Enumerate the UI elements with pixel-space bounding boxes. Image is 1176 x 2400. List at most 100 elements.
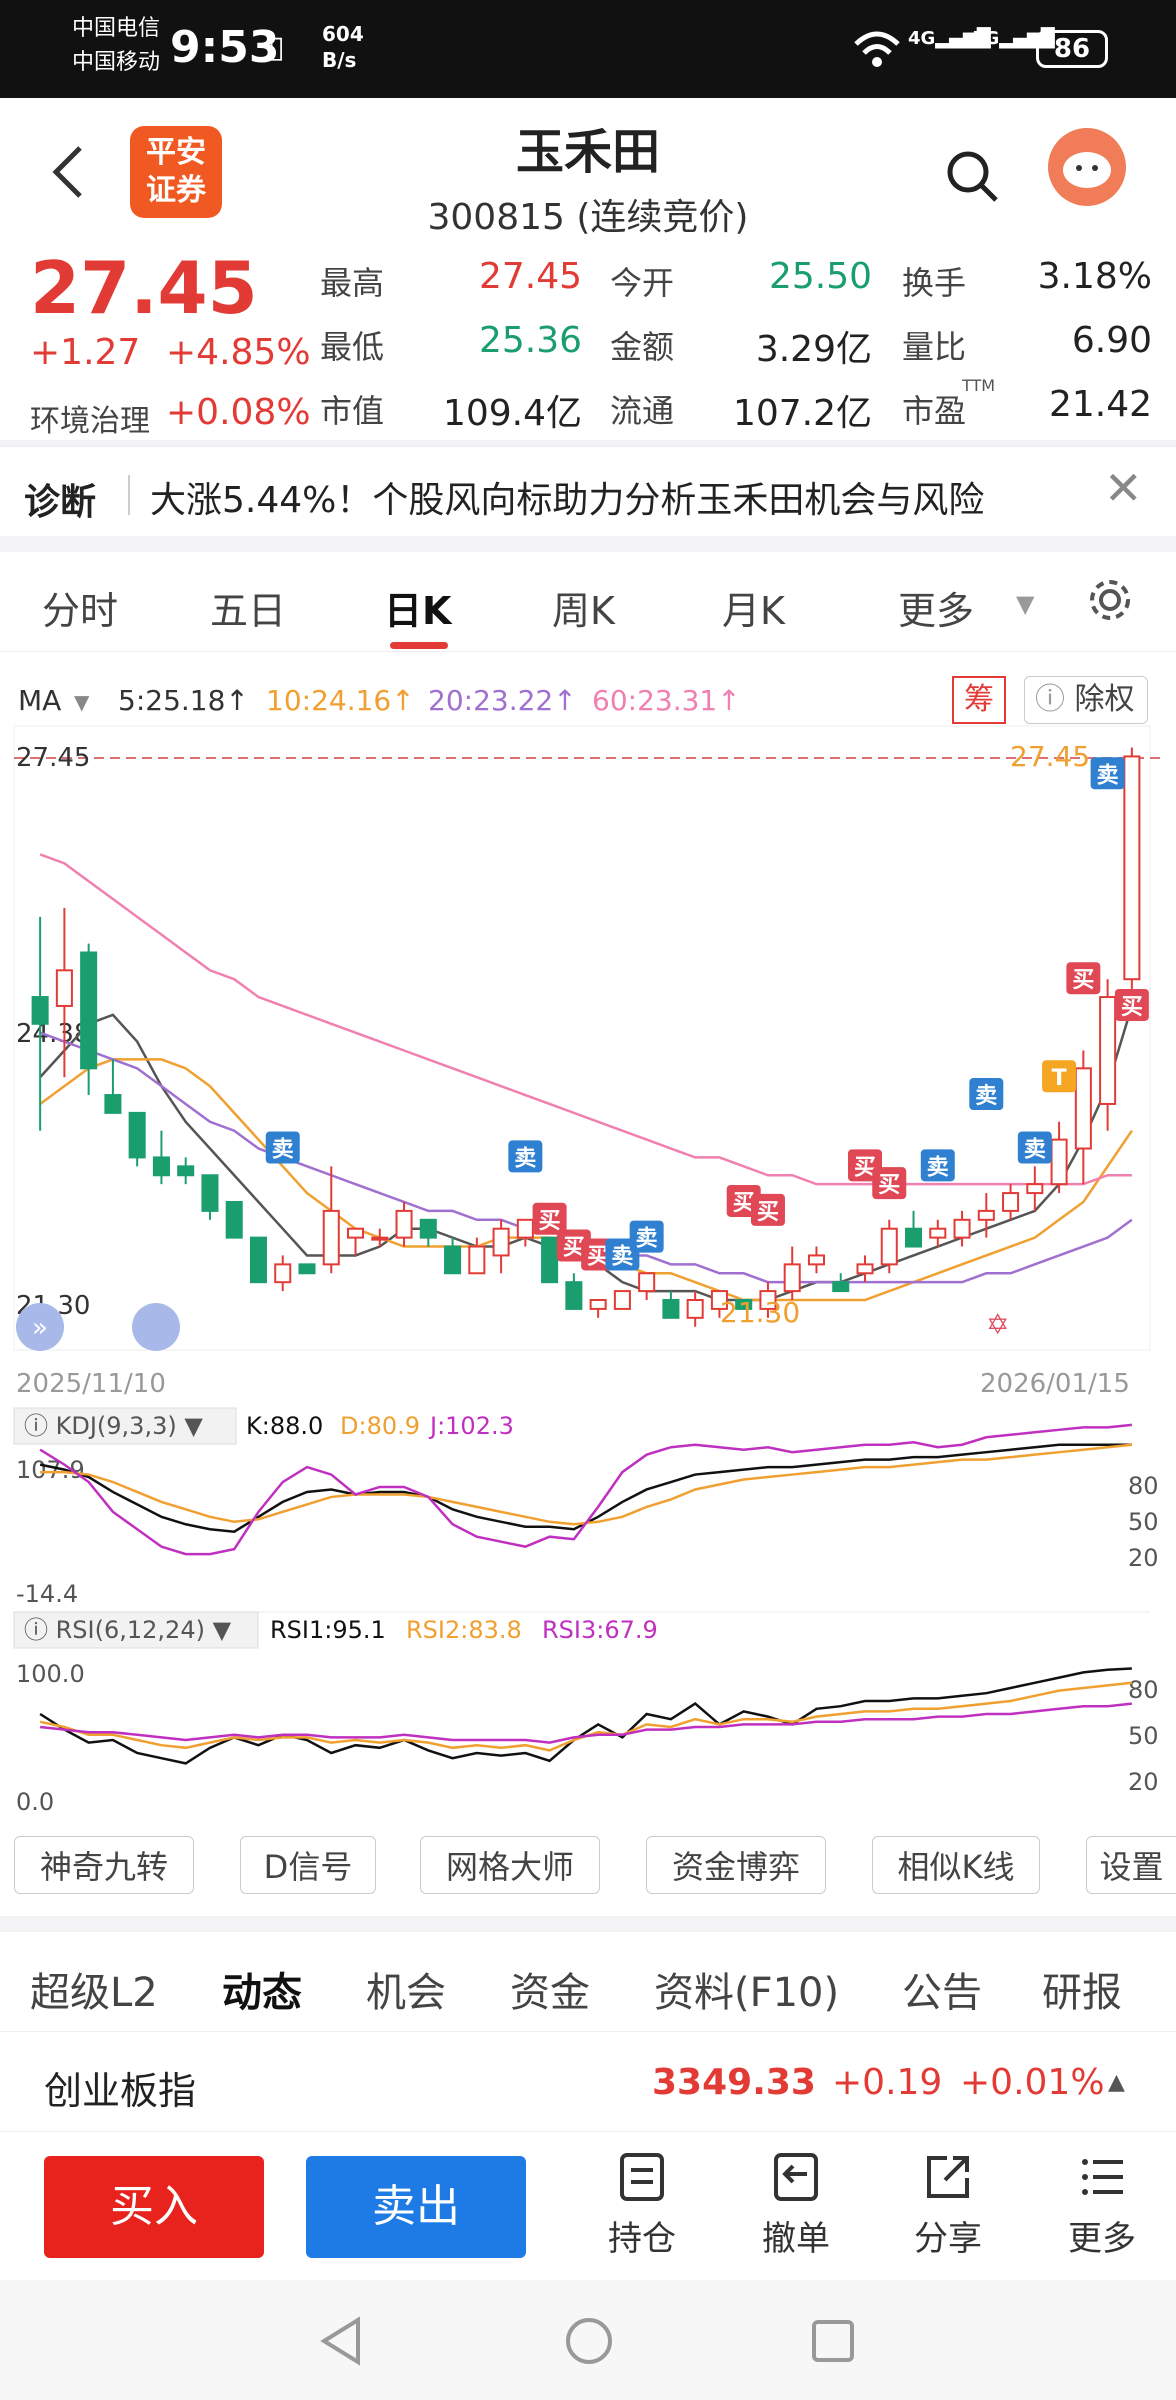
search-icon[interactable] (944, 148, 1000, 204)
signal-label: 卖 (975, 1083, 997, 1109)
tool-grid-master[interactable]: 网格大师 (420, 1836, 600, 1894)
index-ticker[interactable]: 创业板指 3349.33 +0.19 +0.01% ▲ (0, 2032, 1176, 2132)
wifi-icon (854, 31, 900, 67)
signal-label: 卖 (1097, 762, 1119, 788)
positions-label: 持仓 (608, 2219, 676, 2259)
tool-settings[interactable]: 设置 (1086, 1836, 1176, 1894)
tool-d-signal[interactable]: D信号 (240, 1836, 376, 1894)
tab-more[interactable]: 更多 (898, 580, 974, 635)
gear-icon[interactable] (1086, 576, 1134, 624)
positions-button[interactable]: 持仓 (590, 2152, 694, 2260)
signal-label: 卖 (272, 1137, 294, 1163)
tool-magic-nine[interactable]: 神奇九转 (14, 1836, 194, 1894)
avatar[interactable] (1048, 128, 1126, 206)
tab-f10[interactable]: 资料(F10) (654, 1960, 839, 2018)
tool-fund-game[interactable]: 资金博弈 (646, 1836, 826, 1894)
clock: 9:53 (170, 22, 280, 73)
candle-body (613, 1290, 631, 1310)
tab-opportunity[interactable]: 机会 (366, 1960, 446, 2018)
candle-body (347, 1227, 365, 1239)
ma-line-ma60 (39, 853, 1132, 1186)
signal-label: 卖 (927, 1154, 949, 1180)
tab-5day[interactable]: 五日 (210, 580, 286, 635)
quote-field-value: 25.50 (768, 256, 872, 297)
max-price-label: 27.45 (1010, 740, 1090, 773)
diagnosis-text[interactable]: 大涨5.44%！个股风向标助力分析玉禾田机会与风险 (150, 471, 984, 523)
tab-daily-k[interactable]: 日K (384, 580, 451, 635)
candle-body (444, 1245, 462, 1275)
chevron-up-icon[interactable]: ▲ (1108, 2070, 1125, 2095)
carrier-1: 中国电信 (72, 16, 161, 41)
quote-field-label: 市值 (320, 392, 385, 430)
candle-body (541, 1236, 559, 1284)
candle-body (516, 1218, 534, 1239)
last-price: 27.45 (30, 246, 258, 330)
quote-field-value: 21.42 (1048, 384, 1152, 425)
rsi-label: ⓘ RSI(6,12,24) ▼ (24, 1616, 232, 1644)
tab-fenshi[interactable]: 分时 (42, 580, 118, 635)
tab-weekly-k[interactable]: 周K (552, 580, 615, 635)
candle-body (395, 1209, 413, 1239)
tab-monthly-k[interactable]: 月K (722, 580, 785, 635)
period-tabs: 分时 五日 日K 周K 月K 更多 ▼ (0, 552, 1176, 652)
more-button[interactable]: 更多 (1050, 2152, 1154, 2260)
candle-body (1099, 996, 1117, 1105)
signal-label: 卖 (636, 1226, 658, 1252)
index-change-pct: +0.01% (960, 2062, 1105, 2103)
cancel-order-button[interactable]: 撤单 (744, 2152, 848, 2260)
kdj-tick: 80 (1128, 1472, 1159, 1500)
top-bar: 平安 证券 玉禾田 300815 (连续竞价) (0, 98, 1176, 240)
tab-announcement[interactable]: 公告 (902, 1960, 982, 2018)
candle-body (1026, 1183, 1044, 1195)
trading-state: (连续竞价) (576, 197, 749, 238)
diagnosis-label: 诊断 (24, 482, 97, 523)
nav-recents-icon[interactable] (810, 2318, 856, 2364)
signal-label: T (1052, 1066, 1067, 1091)
share-button[interactable]: 分享 (896, 2152, 1000, 2260)
tab-super-l2[interactable]: 超级L2 (30, 1960, 158, 2018)
sell-button[interactable]: 卖出 (306, 2156, 526, 2258)
quote-field-value: 107.2亿 (732, 393, 872, 434)
vibrate-icon: ▯ (268, 30, 285, 65)
tab-news[interactable]: 动态 (222, 1960, 302, 2018)
candle-body (225, 1200, 243, 1239)
candle-body (31, 996, 49, 1025)
carrier-2: 中国移动 (72, 50, 161, 75)
candle-body (1050, 1138, 1068, 1186)
rsi-tick: 20 (1128, 1768, 1159, 1796)
y-tick-high: 27.45 (16, 743, 90, 773)
quote-field-label: 量比 (902, 328, 967, 366)
candle-body (856, 1263, 874, 1275)
stock-code: 300815 (427, 197, 565, 238)
candle-body (468, 1245, 486, 1275)
divider (0, 1916, 1176, 1932)
quote-field-label: 今开 (610, 264, 675, 302)
x-tick-end: 2026/01/15 (980, 1369, 1130, 1399)
chevron-down-icon[interactable]: ▼ (1016, 590, 1034, 618)
price-change-pct: +4.85% (166, 332, 311, 373)
candle-body (977, 1209, 995, 1221)
candle-body (832, 1281, 850, 1293)
net-speed-unit: B/s (322, 48, 357, 72)
candle-body (80, 951, 98, 1070)
candle-body (128, 1111, 146, 1159)
signal-label: 卖 (514, 1145, 536, 1171)
kdj-d-value: D:80.9 (340, 1412, 420, 1440)
nav-home-icon[interactable] (564, 2316, 614, 2366)
signal-label: 买 (539, 1209, 561, 1234)
nav-back-icon[interactable] (318, 2316, 362, 2366)
quote-field-label: 换手 (902, 264, 967, 302)
tab-funds[interactable]: 资金 (510, 1960, 590, 2018)
candle-body (1074, 1067, 1092, 1150)
quote-field-value: 27.45 (478, 256, 582, 297)
mascot-icon (1063, 152, 1111, 188)
buy-button[interactable]: 买入 (44, 2156, 264, 2258)
tab-research[interactable]: 研报 (1042, 1960, 1122, 2018)
stock-chart[interactable]: 27.4524.3821.302025/11/10 2026/01/1527.45… (0, 652, 1176, 1822)
candle-body (686, 1299, 704, 1319)
diagnosis-bar[interactable]: 诊断 大涨5.44%！个股风向标助力分析玉禾田机会与风险 ✕ (0, 446, 1176, 536)
tool-similar-k[interactable]: 相似K线 (872, 1836, 1040, 1894)
close-icon[interactable]: ✕ (1104, 461, 1143, 515)
rsi-top-tick: 100.0 (16, 1660, 85, 1688)
ttm-label: TTM (962, 376, 996, 395)
